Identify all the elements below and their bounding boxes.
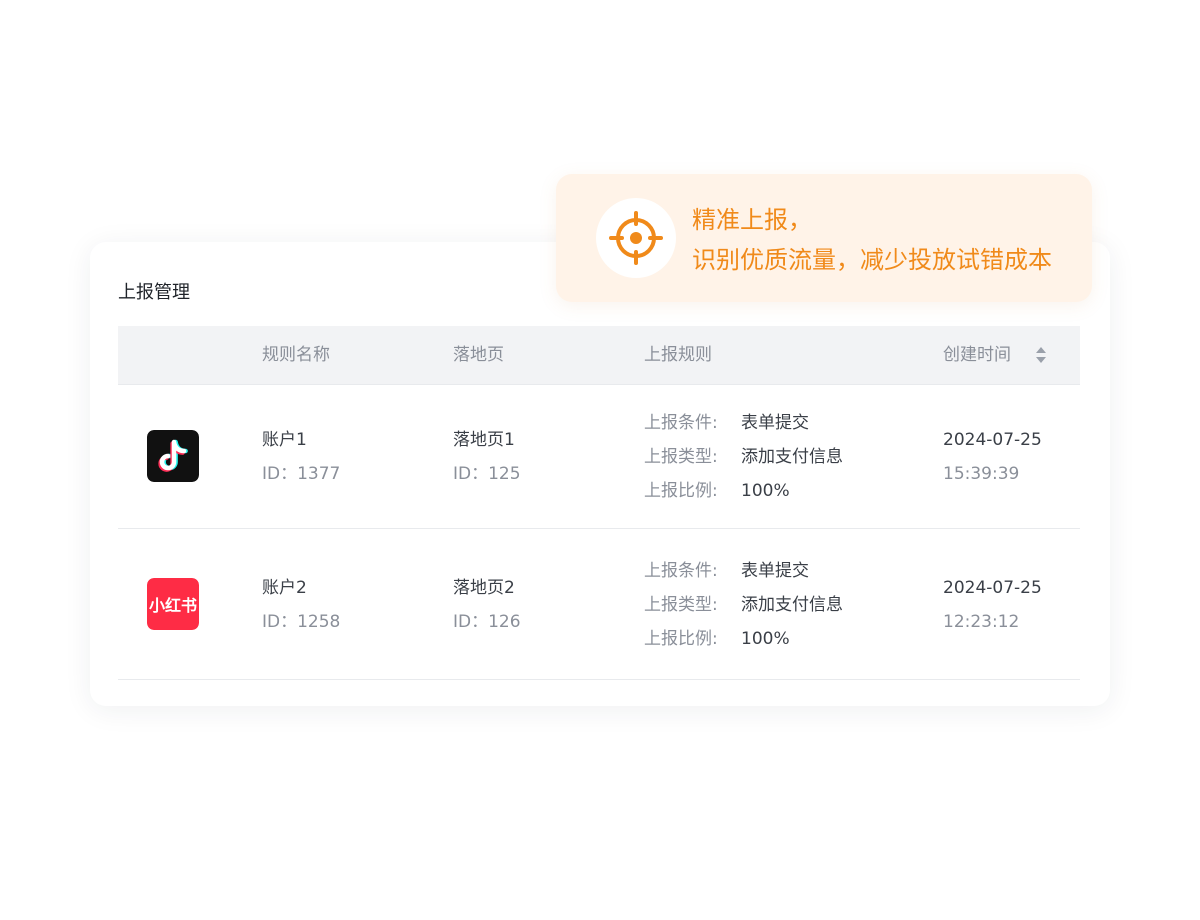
created-time-cell: 2024-07-25 12:23:12	[943, 571, 1042, 639]
page: 上报管理 规则名称 落地页 上报规则 创建时间 账户1 ID：1377 落地页1…	[0, 0, 1200, 920]
rule-ratio: 上报比例: 100%	[644, 629, 790, 649]
landing-page-cell: 落地页2 ID：126	[453, 571, 521, 639]
landing-page-name[interactable]: 落地页2	[453, 571, 521, 605]
callout-text: 精准上报， 识别优质流量，减少投放试错成本	[692, 200, 1052, 280]
target-icon	[609, 211, 663, 265]
table-row[interactable]: 小红书 账户2 ID：1258 落地页2 ID：126 上报条件: 表单提交 上报…	[118, 529, 1080, 680]
rule-condition: 上报条件: 表单提交	[644, 413, 809, 433]
rule-type: 上报类型: 添加支付信息	[644, 447, 843, 467]
landing-page-cell: 落地页1 ID：125	[453, 423, 521, 491]
column-header-rule-name: 规则名称	[262, 345, 330, 365]
xiaohongshu-logo-text: 小红书	[149, 596, 197, 615]
report-rule-cell: 上报条件: 表单提交 上报类型: 添加支付信息 上报比例: 100%	[644, 406, 843, 508]
callout-line-1: 精准上报，	[692, 206, 812, 234]
landing-page-id: ID：126	[453, 612, 521, 632]
column-header-report-rule: 上报规则	[644, 345, 712, 365]
landing-page-id: ID：125	[453, 464, 521, 484]
sort-icon[interactable]	[1034, 345, 1048, 365]
landing-page-name[interactable]: 落地页1	[453, 423, 521, 457]
table-header: 规则名称 落地页 上报规则 创建时间	[118, 326, 1080, 385]
rule-id: ID：1258	[262, 612, 341, 632]
callout-icon-badge	[596, 198, 676, 278]
created-date: 2024-07-25	[943, 430, 1042, 450]
rule-type: 上报类型: 添加支付信息	[644, 595, 843, 615]
rule-condition: 上报条件: 表单提交	[644, 561, 809, 581]
rule-name[interactable]: 账户2	[262, 571, 340, 605]
column-header-created-time[interactable]: 创建时间	[943, 326, 1011, 384]
precision-report-callout: 精准上报， 识别优质流量，减少投放试错成本	[556, 174, 1092, 302]
report-rules-table: 规则名称 落地页 上报规则 创建时间 账户1 ID：1377 落地页1 ID：1…	[118, 326, 1080, 680]
report-rule-cell: 上报条件: 表单提交 上报类型: 添加支付信息 上报比例: 100%	[644, 554, 843, 656]
rule-id: ID：1377	[262, 464, 341, 484]
rule-ratio: 上报比例: 100%	[644, 481, 790, 501]
callout-line-2: 识别优质流量，减少投放试错成本	[692, 246, 1052, 274]
card-title: 上报管理	[118, 282, 190, 303]
created-date: 2024-07-25	[943, 578, 1042, 598]
column-header-landing-page: 落地页	[453, 345, 504, 365]
rule-name[interactable]: 账户1	[262, 423, 340, 457]
xiaohongshu-logo-icon: 小红书	[147, 578, 199, 630]
created-time-cell: 2024-07-25 15:39:39	[943, 423, 1042, 491]
report-management-card: 上报管理 规则名称 落地页 上报规则 创建时间 账户1 ID：1377 落地页1…	[90, 242, 1110, 706]
rule-name-cell: 账户1 ID：1377	[262, 423, 340, 491]
created-time: 12:23:12	[943, 612, 1020, 632]
tiktok-logo-icon	[147, 430, 199, 482]
rule-name-cell: 账户2 ID：1258	[262, 571, 340, 639]
created-time: 15:39:39	[943, 464, 1020, 484]
table-row[interactable]: 账户1 ID：1377 落地页1 ID：125 上报条件: 表单提交 上报类型: 添…	[118, 385, 1080, 529]
